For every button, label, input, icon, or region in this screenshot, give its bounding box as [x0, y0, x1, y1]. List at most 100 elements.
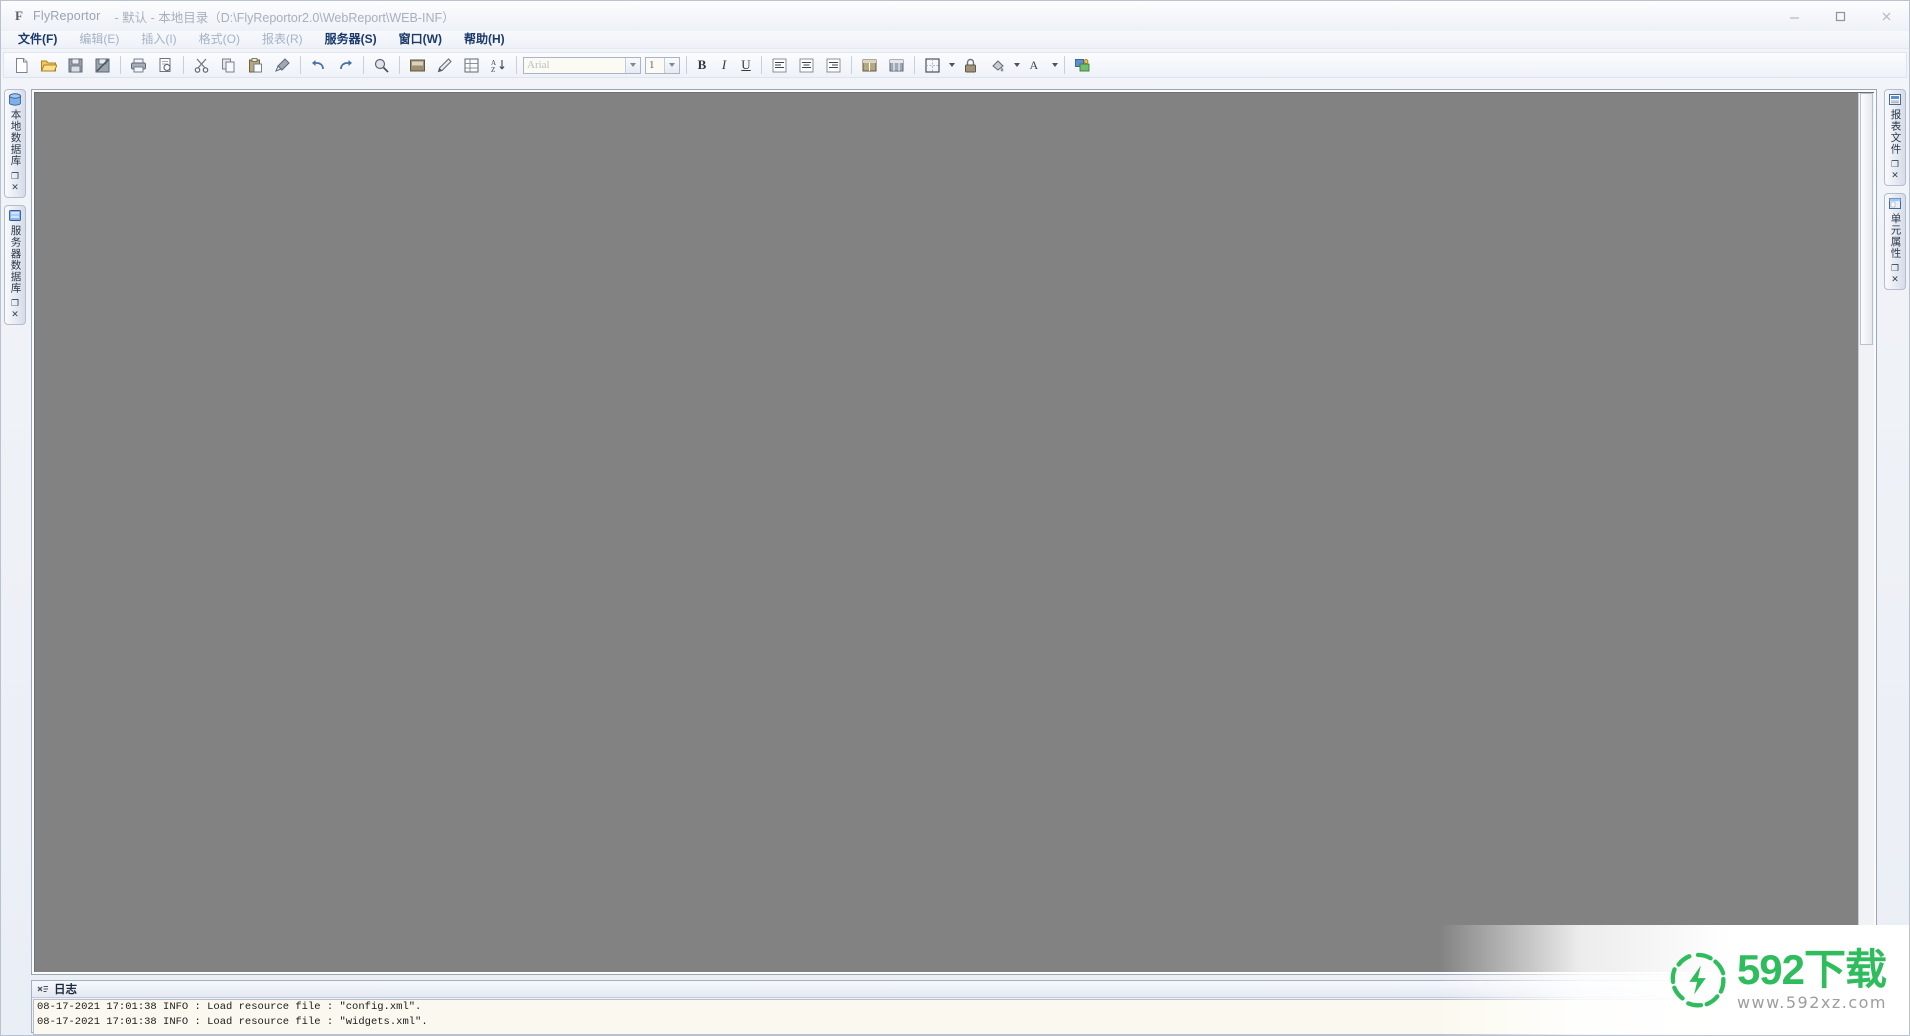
bold-button[interactable]: B [692, 55, 712, 75]
vertical-scrollbar[interactable] [1858, 93, 1874, 972]
sidebar-item-report-file[interactable]: 报表文件 ❐ ✕ [1884, 89, 1906, 186]
sidebar-item-cell-property[interactable]: 单元属性 ❐ ✕ [1884, 193, 1906, 290]
cut-icon[interactable] [189, 53, 214, 77]
menu-item-format[interactable]: 格式(O) [188, 31, 251, 48]
toolbar-separator [686, 56, 687, 74]
chevron-down-icon[interactable] [664, 57, 679, 73]
restore-panel-icon[interactable]: ❐ [11, 172, 19, 182]
italic-button[interactable]: I [714, 55, 734, 75]
log-output[interactable]: 08-17-2021 17:01:38 INFO : Load resource… [33, 999, 1905, 1035]
image-tool-icon[interactable] [1070, 53, 1095, 77]
sidebar-label-local-database: 本地数据库 [9, 109, 22, 167]
svg-text:Z: Z [491, 66, 495, 74]
copy-icon[interactable] [216, 53, 241, 77]
log-panel-title: 日志 [54, 984, 77, 996]
font-color-dropdown-arrow-icon[interactable] [1049, 55, 1060, 75]
scrollbar-thumb[interactable] [1860, 93, 1873, 345]
toolbar-separator [300, 56, 301, 74]
menu-item-report[interactable]: 报表(R) [251, 31, 314, 48]
fill-color-dropdown-arrow-icon[interactable] [1011, 55, 1022, 75]
split-cells-icon[interactable] [884, 53, 909, 77]
menu-item-window[interactable]: 窗口(W) [388, 31, 453, 48]
underline-button[interactable]: U [736, 55, 756, 75]
table-insert-icon[interactable] [459, 53, 484, 77]
left-dock-panel: 本地数据库 ❐ ✕ 服务器数据库 ❐ ✕ [3, 89, 27, 332]
toolbar-separator [363, 56, 364, 74]
menu-item-help[interactable]: 帮助(H) [453, 31, 516, 48]
document-path-title: - 默认 - 本地目录（D:\FlyReportor2.0\WebReport\… [114, 10, 455, 25]
save-icon[interactable] [63, 53, 88, 77]
toolbar-separator [399, 56, 400, 74]
close-panel-icon[interactable]: ✕ [1891, 275, 1899, 285]
font-size-value: 1 [649, 59, 655, 71]
report-file-icon [1889, 94, 1901, 105]
font-color-icon[interactable]: A [1023, 53, 1048, 77]
font-family-value: Arial [527, 59, 550, 71]
window-controls [1771, 1, 1909, 31]
sidebar-label-cell-property: 单元属性 [1889, 213, 1902, 259]
toolbar-separator [851, 56, 852, 74]
sidebar-label-server-database: 服务器数据库 [9, 224, 22, 294]
application-window: F FlyReportor - 默认 - 本地目录（D:\FlyReportor… [0, 0, 1910, 1036]
menu-item-server[interactable]: 服务器(S) [314, 31, 388, 48]
font-size-select[interactable]: 1 [645, 56, 680, 74]
font-family-select[interactable]: Arial [523, 56, 641, 74]
sidebar-label-report-file: 报表文件 [1889, 109, 1902, 155]
toolbar-separator [1064, 56, 1065, 74]
menu-item-insert[interactable]: 插入(I) [130, 31, 187, 48]
close-panel-icon[interactable]: ✕ [1891, 171, 1899, 181]
report-canvas[interactable] [34, 92, 1874, 972]
close-panel-icon[interactable]: ✕ [11, 310, 19, 320]
close-icon[interactable] [1863, 1, 1909, 31]
log-panel-header: 日志 [32, 981, 1906, 998]
print-icon[interactable] [126, 53, 151, 77]
cell-property-icon [1889, 198, 1901, 209]
merge-cells-icon[interactable] [857, 53, 882, 77]
close-panel-icon[interactable]: ✕ [11, 183, 19, 193]
align-center-icon[interactable] [794, 53, 819, 77]
lock-icon[interactable] [958, 53, 983, 77]
svg-text:A: A [1030, 58, 1039, 72]
format-painter-icon[interactable] [270, 53, 295, 77]
toolbar-separator [516, 56, 517, 74]
server-database-icon [9, 209, 21, 221]
restore-panel-icon[interactable]: ❐ [11, 299, 19, 309]
insert-image-icon[interactable] [405, 53, 430, 77]
zoom-icon[interactable] [369, 53, 394, 77]
sidebar-item-local-database[interactable]: 本地数据库 ❐ ✕ [4, 89, 26, 198]
log-panel: 日志 08-17-2021 17:01:38 INFO : Load resou… [31, 980, 1907, 1035]
app-icon: F [15, 8, 23, 23]
borders-dropdown-arrow-icon[interactable] [946, 55, 957, 75]
report-canvas-area[interactable] [31, 89, 1877, 975]
redo-icon[interactable] [333, 53, 358, 77]
menu-bar: 文件(F) 编辑(E) 插入(I) 格式(O) 报表(R) 服务器(S) 窗口(… [1, 31, 1909, 49]
restore-panel-icon[interactable]: ❐ [1891, 160, 1899, 170]
open-folder-icon[interactable] [36, 53, 61, 77]
maximize-icon[interactable] [1817, 1, 1863, 31]
toolbar-separator [761, 56, 762, 74]
sort-icon[interactable]: A Z [486, 53, 511, 77]
toolbar-separator [914, 56, 915, 74]
restore-panel-icon[interactable]: ❐ [1891, 264, 1899, 274]
save-as-icon[interactable] [90, 53, 115, 77]
title-bar: F FlyReportor - 默认 - 本地目录（D:\FlyReportor… [1, 1, 1909, 32]
undo-icon[interactable] [306, 53, 331, 77]
borders-icon[interactable] [920, 53, 945, 77]
minimize-icon[interactable] [1771, 1, 1817, 31]
fill-color-icon[interactable] [985, 53, 1010, 77]
align-right-icon[interactable] [821, 53, 846, 77]
app-title: FlyReportor [33, 9, 101, 23]
pen-icon[interactable] [432, 53, 457, 77]
new-file-icon[interactable] [9, 53, 34, 77]
paste-icon[interactable] [243, 53, 268, 77]
database-icon [9, 93, 21, 106]
chevron-down-icon[interactable] [625, 57, 640, 73]
print-preview-icon[interactable] [153, 53, 178, 77]
toolbar: A Z Arial 1 B I U A [3, 52, 1907, 78]
log-line: 08-17-2021 17:01:38 INFO : Load resource… [37, 1016, 428, 1028]
align-left-icon[interactable] [767, 53, 792, 77]
menu-item-edit[interactable]: 编辑(E) [68, 31, 130, 48]
sidebar-item-server-database[interactable]: 服务器数据库 ❐ ✕ [4, 204, 26, 325]
menu-item-file[interactable]: 文件(F) [7, 31, 68, 48]
log-line: 08-17-2021 17:01:38 INFO : Load resource… [37, 1001, 422, 1013]
